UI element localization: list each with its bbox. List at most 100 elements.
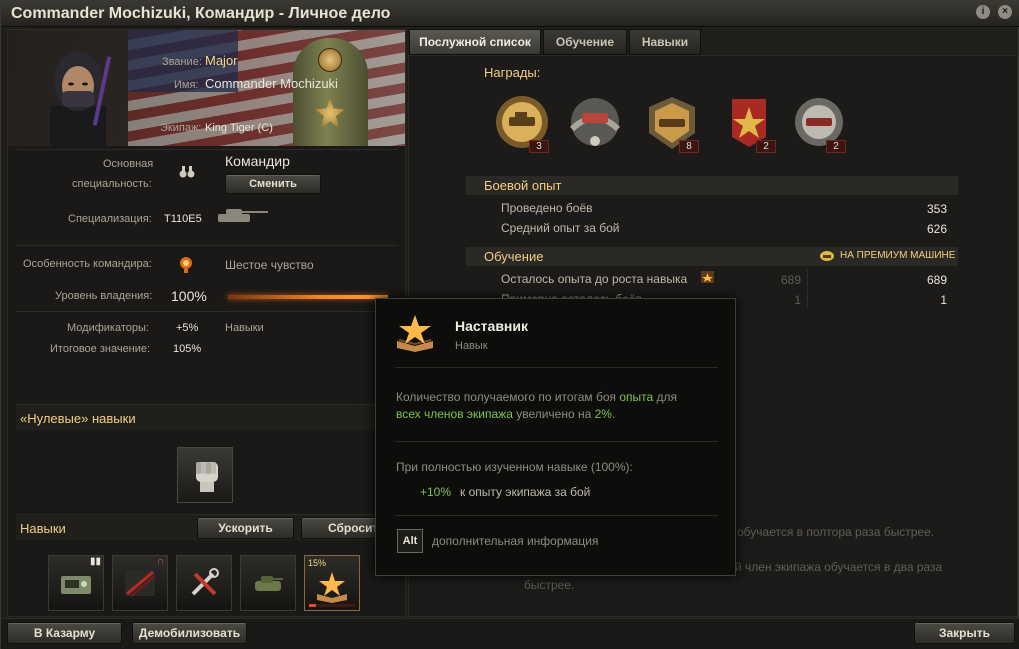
skill-slot-camouflage[interactable]	[240, 555, 296, 611]
mentor-icon	[317, 572, 347, 603]
skill-tooltip: Наставник Навык Количество получаемого п…	[375, 298, 736, 576]
binoculars-icon: ▮▮	[89, 556, 101, 567]
premium-tank-icon	[820, 251, 834, 261]
tooltip-bonus-text: к опыту экипажа за бой	[460, 485, 591, 499]
headphones-icon: ∩	[156, 556, 164, 567]
description-text: обучается в полтора раза быстрее.	[737, 525, 935, 539]
skill-slot-recon[interactable]: ∩	[112, 555, 168, 611]
zero-skills-header: «Нулевые» навыки	[16, 404, 398, 430]
battles-left-premium-value: 1	[940, 293, 947, 307]
recon-icon	[125, 570, 156, 597]
alt-key-hint: Alt	[397, 529, 423, 553]
battles-value: 353	[926, 202, 947, 216]
tab-skills[interactable]: Навыки	[629, 29, 701, 55]
name-value: Commander Mochizuki	[205, 76, 338, 91]
demobilize-button[interactable]: Демобилизовать	[132, 622, 247, 644]
repair-icon	[191, 568, 219, 596]
avg-xp-label: Средний опыт за бой	[501, 221, 620, 235]
sixth-sense-icon	[180, 257, 192, 273]
personal-file-window: Commander Mochizuki, Командир - Личное д…	[0, 0, 1019, 649]
commander-portrait	[50, 51, 112, 146]
battles-label: Проведено боёв	[501, 201, 593, 215]
mentor-progress-label: 15%	[308, 558, 327, 568]
rank-label: Звание:	[162, 56, 202, 68]
close-button[interactable]: Закрыть	[914, 622, 1015, 644]
award-count: 3	[529, 140, 549, 153]
final-value-label: Итоговое значение:	[50, 343, 151, 355]
info-icon[interactable]: i	[976, 5, 990, 19]
description-text-3: быстрее.	[524, 578, 575, 592]
training-title: Обучение	[484, 249, 544, 264]
specialization-label: Специализация:	[68, 213, 152, 225]
modifiers-label: Модификаторы:	[67, 322, 149, 334]
tooltip-bonus-value: +10%	[420, 485, 452, 499]
crew-label: Экипаж:	[160, 122, 202, 134]
award-medal[interactable]: 8	[641, 93, 703, 155]
brotherhood-fist-icon	[196, 462, 218, 492]
rank-value: Major	[205, 53, 238, 68]
tooltip-full-label: При полностью изученном навыке (100%):	[396, 460, 633, 474]
award-medal[interactable]	[564, 93, 626, 155]
barracks-button[interactable]: В Казарму	[7, 622, 122, 644]
avg-xp-value: 626	[926, 222, 947, 236]
skill-level-icon	[701, 271, 714, 283]
reset-skills-button[interactable]: Сбросить	[301, 517, 381, 539]
training-header: Обучение НА ПРЕМИУМ МАШИНЕ	[466, 247, 958, 266]
commander-banner: Звание: Major Имя: Commander Mochizuki Э…	[8, 30, 405, 146]
xp-left-premium-value: 689	[926, 273, 947, 287]
modifiers-note: Навыки	[225, 322, 264, 334]
award-medal[interactable]: 2	[718, 93, 780, 155]
scout-medal-icon	[569, 98, 621, 146]
combat-title: Боевой опыт	[484, 178, 562, 193]
award-count: 2	[826, 140, 846, 153]
xp-left-label: Осталось опыта до роста навыка	[501, 272, 688, 286]
skill-slot-mentor[interactable]: 15%	[304, 555, 360, 611]
skill-slot-radio[interactable]: ▮▮	[48, 555, 104, 611]
specialization-value: T110E5	[164, 213, 202, 225]
tooltip-description-line1: Количество получаемого по итогам боя опы…	[396, 390, 678, 404]
crew-value: King Tiger (C)	[205, 122, 273, 134]
accelerate-button[interactable]: Ускорить	[197, 517, 294, 539]
award-count: 8	[679, 140, 699, 153]
mastery-progress-bar	[228, 295, 388, 299]
mastery-label: Уровень владения:	[55, 290, 153, 302]
window-title: Commander Mochizuki, Командир - Личное д…	[11, 5, 391, 22]
premium-vehicle-label: НА ПРЕМИУМ МАШИНЕ	[840, 250, 956, 261]
close-icon[interactable]: ×	[998, 5, 1012, 19]
awards-title: Награды:	[484, 65, 541, 80]
radio-icon	[61, 576, 91, 594]
mastery-value: 100%	[171, 288, 207, 304]
mentor-icon	[397, 315, 433, 352]
battles-left-value: 1	[794, 293, 801, 307]
tooltip-title: Наставник	[455, 318, 529, 334]
title-bar: Commander Mochizuki, Командир - Личное д…	[1, 1, 1019, 27]
rank-epaulet-icon	[293, 38, 368, 146]
tooltip-description-line2: всех членов экипажа увеличено на 2%.	[396, 407, 616, 421]
zero-skills-title: «Нулевые» навыки	[20, 411, 136, 426]
tank-silhouette-icon	[218, 209, 268, 222]
specialty-label-2: специальность:	[72, 178, 152, 190]
modifiers-value: +5%	[176, 322, 199, 334]
xp-left-value: 689	[780, 273, 801, 287]
skill-slot-repair[interactable]	[176, 555, 232, 611]
award-medal[interactable]: 3	[491, 93, 553, 155]
tooltip-subtitle: Навык	[455, 340, 488, 352]
specialty-label: Основная	[103, 158, 154, 170]
combat-experience-header: Боевой опыт	[466, 176, 958, 195]
tab-service-record[interactable]: Послужной список	[409, 29, 541, 55]
award-medal[interactable]: 2	[788, 93, 850, 155]
camouflage-icon	[255, 576, 283, 591]
tab-training[interactable]: Обучение	[543, 29, 627, 55]
award-count: 2	[756, 140, 776, 153]
feature-label: Особенность командира:	[23, 258, 152, 270]
final-value: 105%	[173, 343, 202, 355]
skills-title: Навыки	[20, 521, 66, 536]
feature-value: Шестое чувство	[225, 258, 314, 272]
name-label: Имя:	[174, 79, 199, 91]
description-text-2: й член экипажа обучается в два раза	[735, 560, 943, 574]
specialty-value: Командир	[225, 153, 290, 169]
change-specialty-button[interactable]: Сменить	[225, 174, 321, 194]
binoculars-icon	[179, 166, 195, 178]
zero-skill-slot[interactable]	[177, 447, 233, 503]
tooltip-alt-text: дополнительная информация	[432, 534, 599, 548]
